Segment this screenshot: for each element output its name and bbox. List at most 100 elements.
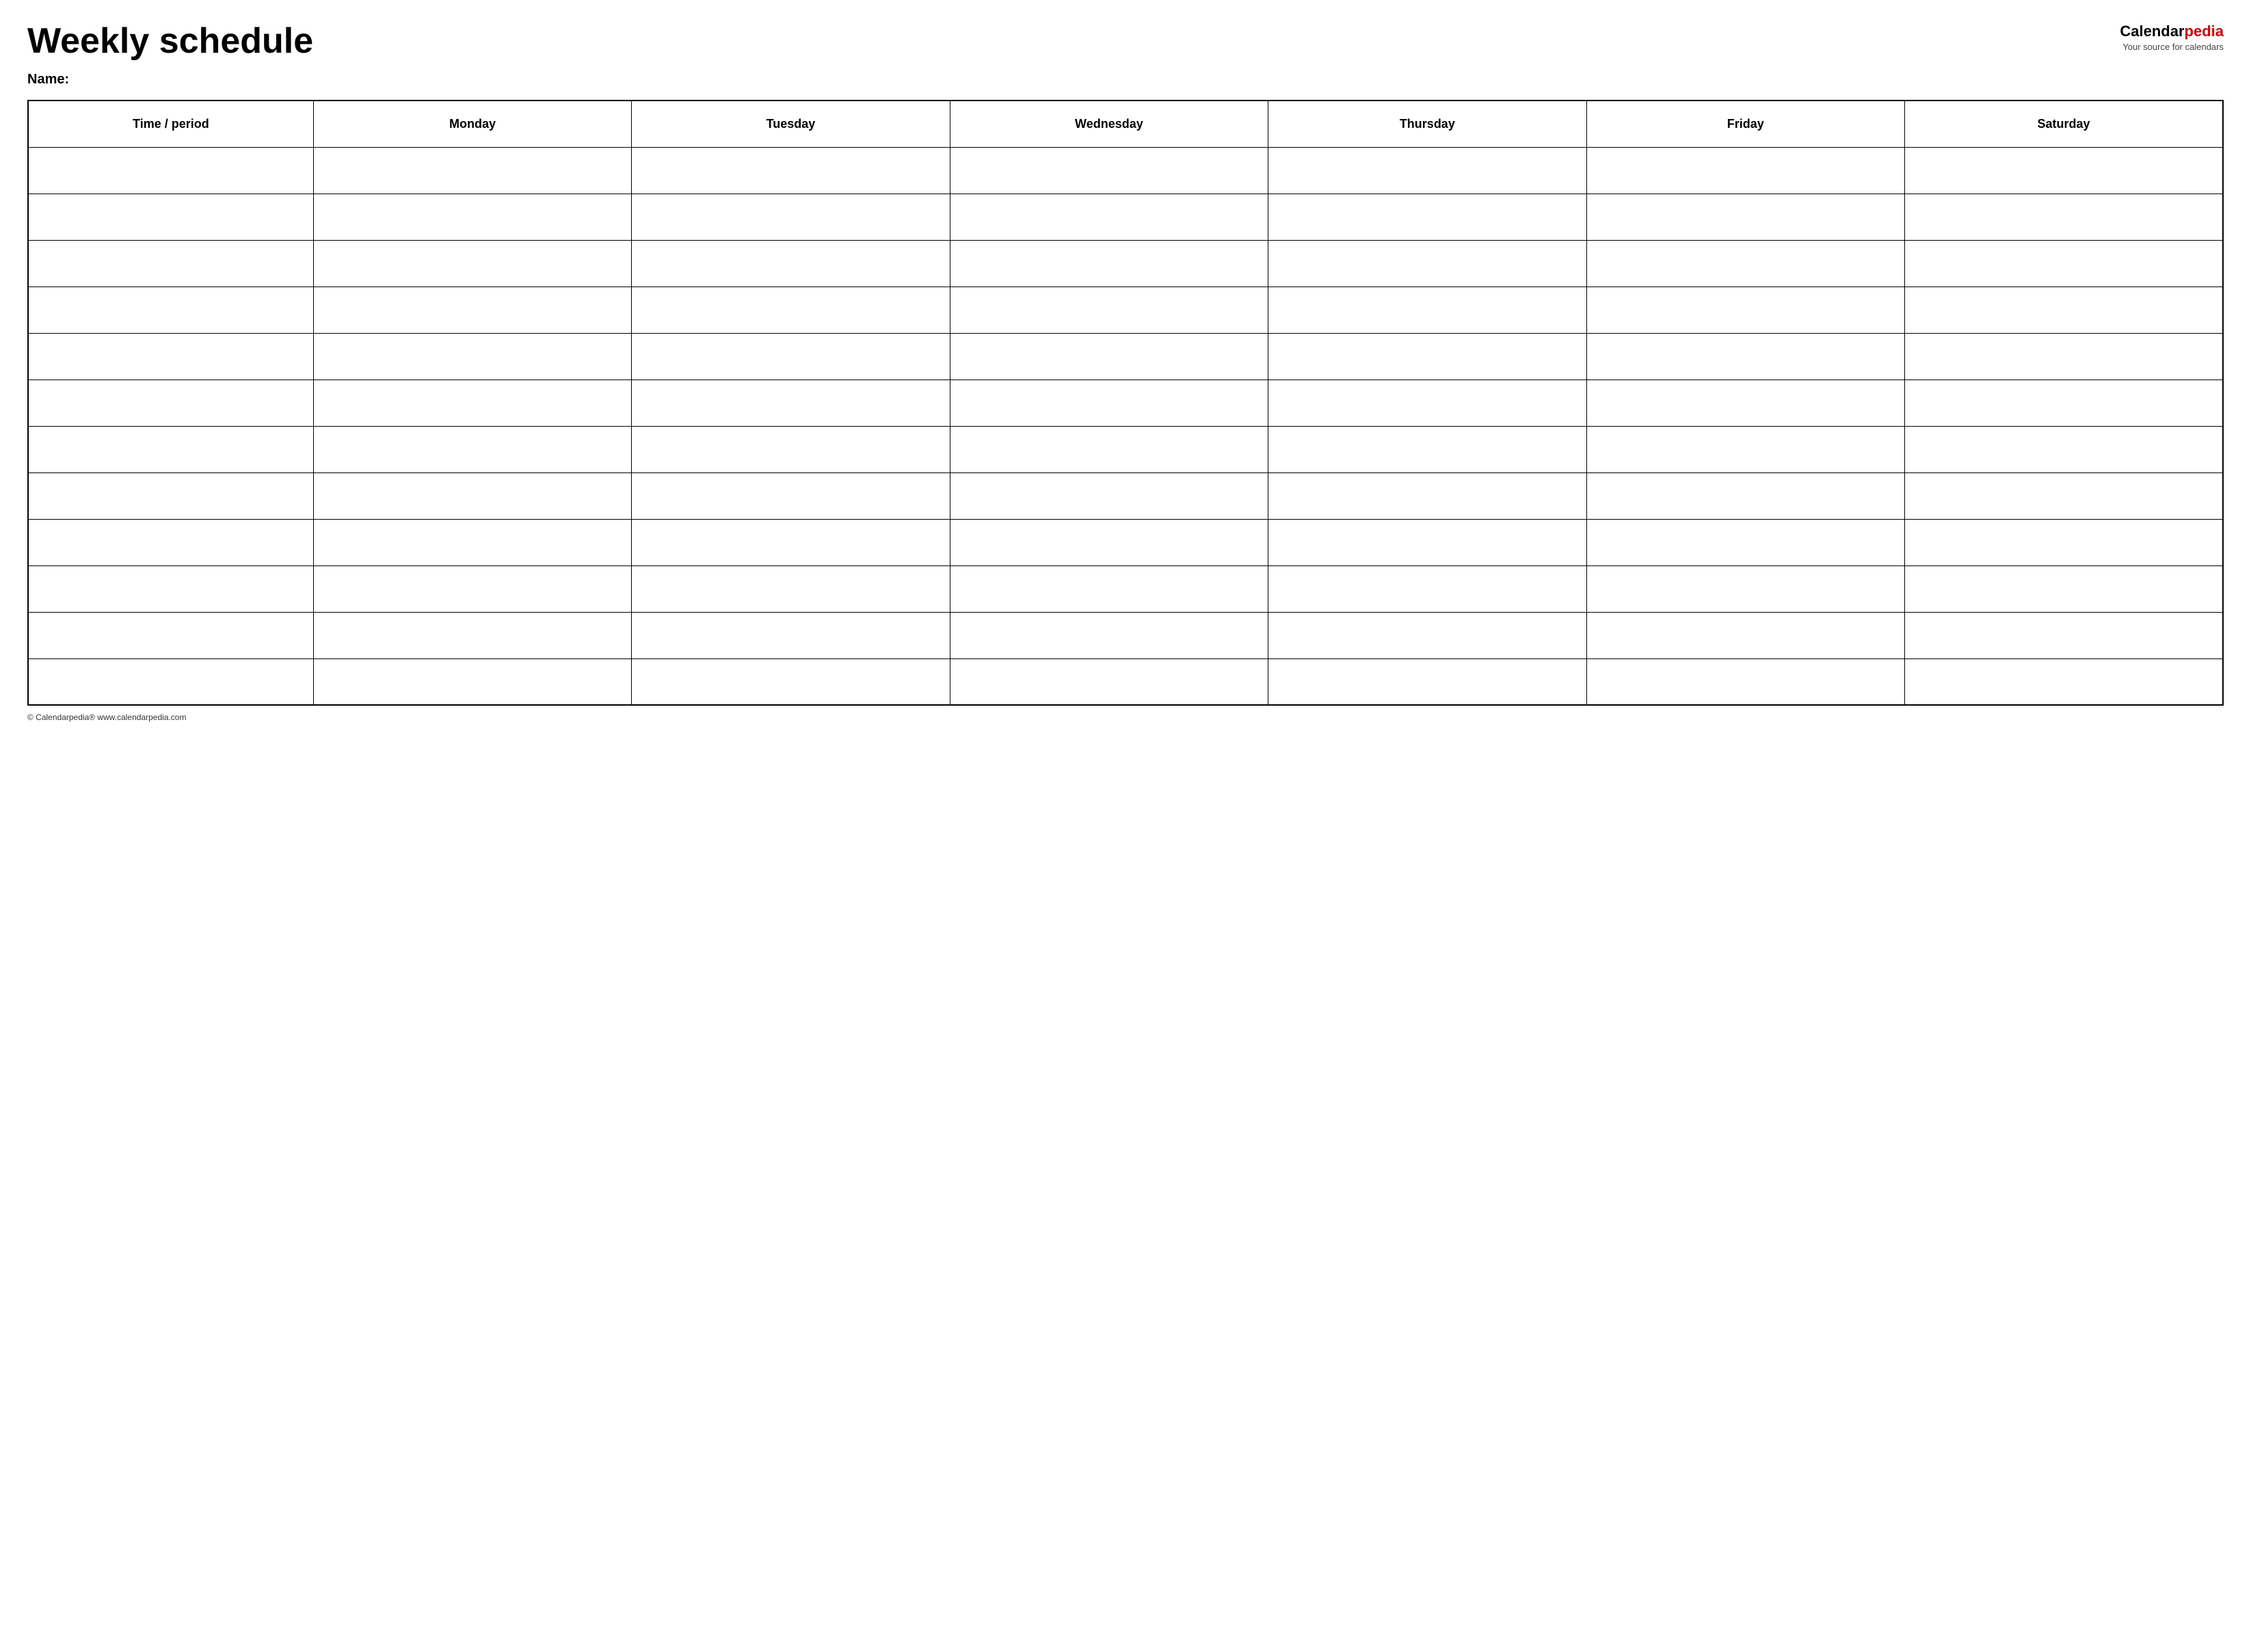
table-cell[interactable] — [1268, 658, 1586, 705]
table-cell[interactable] — [1904, 426, 2223, 472]
table-cell[interactable] — [632, 194, 950, 240]
table-cell[interactable] — [1904, 379, 2223, 426]
table-cell[interactable] — [1904, 287, 2223, 333]
table-cell[interactable] — [28, 194, 313, 240]
table-cell[interactable] — [313, 333, 631, 379]
table-cell[interactable] — [313, 565, 631, 612]
table-cell[interactable] — [28, 333, 313, 379]
table-cell[interactable] — [1268, 240, 1586, 287]
table-cell[interactable] — [632, 379, 950, 426]
table-cell[interactable] — [313, 194, 631, 240]
table-cell[interactable] — [632, 658, 950, 705]
table-cell[interactable] — [28, 658, 313, 705]
table-cell[interactable] — [1268, 426, 1586, 472]
table-cell[interactable] — [313, 658, 631, 705]
brand-tagline: Your source for calendars — [2120, 42, 2224, 53]
table-cell[interactable] — [632, 287, 950, 333]
table-cell[interactable] — [632, 612, 950, 658]
col-header-monday: Monday — [313, 101, 631, 147]
table-cell[interactable] — [1268, 519, 1586, 565]
table-cell[interactable] — [1904, 612, 2223, 658]
table-cell[interactable] — [1268, 147, 1586, 194]
table-cell[interactable] — [950, 472, 1268, 519]
table-cell[interactable] — [1586, 147, 1904, 194]
table-cell[interactable] — [1586, 333, 1904, 379]
table-cell[interactable] — [1268, 333, 1586, 379]
table-cell[interactable] — [1268, 287, 1586, 333]
table-cell[interactable] — [950, 658, 1268, 705]
table-row — [28, 240, 2223, 287]
table-cell[interactable] — [632, 333, 950, 379]
table-cell[interactable] — [1904, 519, 2223, 565]
table-cell[interactable] — [1586, 519, 1904, 565]
table-cell[interactable] — [950, 240, 1268, 287]
table-cell[interactable] — [1268, 472, 1586, 519]
table-cell[interactable] — [950, 194, 1268, 240]
table-cell[interactable] — [1586, 240, 1904, 287]
table-cell[interactable] — [28, 147, 313, 194]
table-cell[interactable] — [28, 472, 313, 519]
table-cell[interactable] — [313, 287, 631, 333]
table-cell[interactable] — [313, 472, 631, 519]
table-cell[interactable] — [28, 287, 313, 333]
table-cell[interactable] — [1268, 379, 1586, 426]
table-cell[interactable] — [1904, 147, 2223, 194]
table-cell[interactable] — [632, 147, 950, 194]
table-cell[interactable] — [1586, 472, 1904, 519]
table-row — [28, 426, 2223, 472]
table-row — [28, 658, 2223, 705]
table-cell[interactable] — [950, 147, 1268, 194]
table-cell[interactable] — [28, 565, 313, 612]
table-cell[interactable] — [28, 612, 313, 658]
table-row — [28, 333, 2223, 379]
table-cell[interactable] — [1586, 194, 1904, 240]
table-cell[interactable] — [632, 519, 950, 565]
table-cell[interactable] — [1586, 565, 1904, 612]
table-cell[interactable] — [1586, 658, 1904, 705]
table-cell[interactable] — [1904, 194, 2223, 240]
table-cell[interactable] — [950, 379, 1268, 426]
table-cell[interactable] — [28, 379, 313, 426]
table-cell[interactable] — [950, 426, 1268, 472]
table-cell[interactable] — [1268, 565, 1586, 612]
table-cell[interactable] — [1904, 240, 2223, 287]
table-cell[interactable] — [950, 287, 1268, 333]
table-cell[interactable] — [950, 333, 1268, 379]
table-cell[interactable] — [632, 426, 950, 472]
table-cell[interactable] — [950, 519, 1268, 565]
page-title: Weekly schedule — [27, 22, 313, 61]
col-header-wednesday: Wednesday — [950, 101, 1268, 147]
table-cell[interactable] — [632, 565, 950, 612]
table-cell[interactable] — [313, 147, 631, 194]
table-cell[interactable] — [632, 472, 950, 519]
table-row — [28, 147, 2223, 194]
table-cell[interactable] — [1586, 287, 1904, 333]
table-cell[interactable] — [1904, 333, 2223, 379]
table-cell[interactable] — [313, 379, 631, 426]
table-cell[interactable] — [313, 519, 631, 565]
table-cell[interactable] — [632, 240, 950, 287]
table-cell[interactable] — [1586, 426, 1904, 472]
table-cell[interactable] — [1904, 565, 2223, 612]
col-header-tuesday: Tuesday — [632, 101, 950, 147]
table-cell[interactable] — [1268, 194, 1586, 240]
table-cell[interactable] — [1586, 379, 1904, 426]
table-cell[interactable] — [313, 612, 631, 658]
col-header-thursday: Thursday — [1268, 101, 1586, 147]
table-cell[interactable] — [950, 612, 1268, 658]
footer: © Calendarpedia® www.calendarpedia.com — [27, 712, 2224, 722]
table-cell[interactable] — [313, 426, 631, 472]
table-cell[interactable] — [28, 519, 313, 565]
table-cell[interactable] — [1904, 472, 2223, 519]
table-cell[interactable] — [1268, 612, 1586, 658]
table-cell[interactable] — [313, 240, 631, 287]
table-cell[interactable] — [28, 240, 313, 287]
table-cell[interactable] — [950, 565, 1268, 612]
table-cell[interactable] — [28, 426, 313, 472]
table-cell[interactable] — [1904, 658, 2223, 705]
table-cell[interactable] — [1586, 612, 1904, 658]
page-header: Weekly schedule Calendarpedia Your sourc… — [27, 22, 2224, 61]
col-header-saturday: Saturday — [1904, 101, 2223, 147]
table-header-row: Time / period Monday Tuesday Wednesday T… — [28, 101, 2223, 147]
table-row — [28, 612, 2223, 658]
